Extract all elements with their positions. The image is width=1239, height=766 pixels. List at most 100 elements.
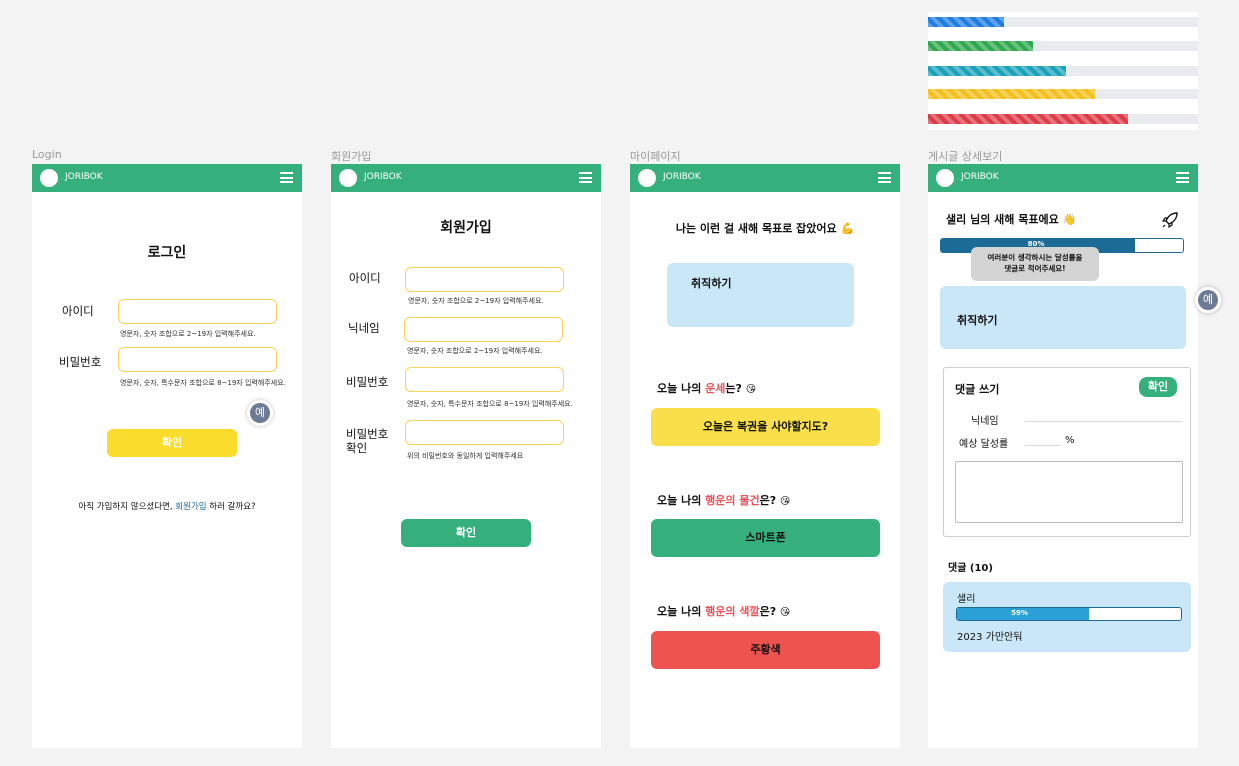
logo-icon[interactable] (638, 169, 656, 187)
lucky-color-q-prefix: 오늘 나의 (657, 605, 706, 618)
logo-icon[interactable] (936, 169, 954, 187)
goal-text: 취직하기 (957, 314, 998, 327)
progress-bar-5 (928, 114, 1198, 124)
progress-bars-panel (928, 12, 1198, 130)
hamburger-menu-icon[interactable] (579, 172, 592, 183)
app-header-login: JORIBOK (32, 164, 302, 192)
fab-label: 예 (250, 403, 270, 423)
comment-rate-label: 59% (1011, 609, 1028, 617)
comment-rate-bar: 59% (956, 607, 1182, 621)
comment-write-title: 댓글 쓰기 (955, 383, 1000, 396)
id-hint: 영문자, 숫자 조합으로 2~19자 입력해주세요. (408, 297, 544, 305)
progress-bar-4 (928, 89, 1198, 99)
app-header-signup: JORIBOK (331, 164, 601, 192)
confirm-button[interactable]: 확인 (401, 519, 531, 547)
password-hint: 영문자, 숫자, 특수문자 조합으로 8~19자 입력해주세요. (407, 400, 573, 408)
goal-text: 취직하기 (691, 277, 732, 290)
password-label: 비밀번호 (59, 355, 102, 369)
tooltip-line-2: 댓글로 적어주세요! (1004, 264, 1066, 273)
lucky-item-q-suffix: 은? (759, 494, 780, 507)
expected-rate-label: 예상 달성률 (959, 439, 1009, 450)
brand-name: JORIBOK (364, 172, 402, 182)
frame-label-post: 게시글 상세보기 (928, 150, 1003, 163)
password-input[interactable] (118, 347, 277, 372)
page-title: 로그인 (147, 245, 187, 261)
fortune-q-suffix: 는? (725, 382, 746, 395)
password-confirm-label-line1: 비밀번호 (346, 427, 389, 441)
comment-item: 샐리 59% 2023 가만안둬 (943, 582, 1191, 652)
hamburger-menu-icon[interactable] (1176, 172, 1189, 183)
logo-icon[interactable] (40, 169, 58, 187)
password-confirm-label-line2: 확인 (346, 441, 368, 455)
progress-bar-2-fill (928, 41, 1034, 51)
frame-label-signup: 회원가입 (331, 150, 372, 163)
lucky-item-q-prefix: 오늘 나의 (657, 494, 706, 507)
expected-rate-input[interactable] (1025, 445, 1061, 446)
comment-write-box: 댓글 쓰기 확인 닉네임 예상 달성률 % (943, 367, 1191, 537)
confirm-button[interactable]: 확인 (107, 429, 237, 457)
nickname-input[interactable] (1025, 421, 1182, 422)
progress-bar-3 (928, 66, 1198, 76)
signup-prompt-text: 아직 가입하지 않으셨다면, (78, 502, 176, 512)
post-detail-frame: 샐리 님의 새해 목표에요 👋 80% 여러분이 생각하시는 달성률을 댓글로 … (928, 192, 1198, 748)
nickname-label: 닉네임 (971, 416, 999, 427)
signup-link[interactable]: 회원가입 (175, 502, 206, 512)
brand-name: JORIBOK (663, 172, 701, 182)
mypage-frame: 나는 이런 걸 새해 목표로 잡았어요 💪 취직하기 오늘 나의 운세는? 😘 … (630, 192, 900, 748)
password-hint: 영문자, 숫자, 특수문자 조합으로 8~19자 입력해주세요. (120, 379, 286, 387)
password-confirm-label: 비밀번호 확인 (346, 427, 388, 455)
progress-bar-1 (928, 17, 1198, 27)
fortune-answer: 오늘은 복권을 사야할지도? (651, 408, 880, 446)
fab-label: 예 (1198, 290, 1218, 310)
login-frame: 로그인 아이디 영문자, 숫자 조합으로 2~19자 입력해주세요. 비밀번호 … (32, 192, 302, 748)
fortune-q-highlight: 운세 (705, 382, 726, 395)
comment-confirm-button[interactable]: 확인 (1139, 377, 1177, 397)
id-hint: 영문자, 숫자 조합으로 2~19자 입력해주세요. (120, 330, 256, 338)
progress-bar-5-fill (928, 114, 1128, 124)
rocket-icon[interactable] (1161, 211, 1179, 229)
goal-card: 취직하기 (940, 286, 1186, 349)
app-header-post: JORIBOK (928, 164, 1198, 192)
brand-name: JORIBOK (961, 172, 999, 182)
password-confirm-input[interactable] (405, 420, 564, 445)
lucky-color-q-suffix: 은? (759, 605, 780, 618)
nickname-input[interactable] (404, 317, 563, 342)
lucky-item-q-highlight: 행운의 물건 (705, 494, 760, 507)
password-input[interactable] (405, 367, 564, 392)
progress-bar-2 (928, 41, 1198, 51)
fortune-question: 오늘 나의 운세는? 😘 (657, 380, 756, 396)
tooltip-line-1: 여러분이 생각하시는 달성률을 (987, 253, 1083, 262)
kiss-emoji-icon: 😘 (745, 384, 757, 395)
signup-frame: 회원가입 아이디 영문자, 숫자 조합으로 2~19자 입력해주세요. 닉네임 … (331, 192, 601, 748)
goal-card: 취직하기 (667, 263, 854, 327)
hamburger-menu-icon[interactable] (878, 172, 891, 183)
id-input[interactable] (405, 267, 564, 292)
fortune-q-prefix: 오늘 나의 (657, 382, 706, 395)
lucky-item-question: 오늘 나의 행운의 물건은? 😘 (657, 492, 790, 508)
tooltip: 여러분이 생각하시는 달성률을 댓글로 적어주세요! (971, 247, 1099, 281)
logo-icon[interactable] (339, 169, 357, 187)
comment-author: 샐리 (957, 594, 976, 605)
brand-name: JORIBOK (65, 172, 103, 182)
post-title: 샐리 님의 새해 목표에요 👋 (946, 213, 1077, 226)
chat-fab-button[interactable]: 예 (1195, 287, 1221, 313)
comments-title: 댓글 (10) (948, 563, 993, 574)
lucky-color-answer: 주황색 (651, 631, 880, 669)
password-confirm-hint: 위의 비밀번호와 동일하게 입력해주세요 (407, 452, 524, 460)
password-label: 비밀번호 (346, 375, 389, 389)
comment-text: 2023 가만안둬 (957, 632, 1023, 643)
chat-fab-button[interactable]: 예 (247, 400, 273, 426)
progress-bar-4-fill (928, 89, 1096, 99)
id-label: 아이디 (62, 304, 94, 318)
signup-prompt-text-end: 하러 갈까요? (206, 502, 256, 512)
id-input[interactable] (118, 299, 277, 324)
nickname-hint: 영문자, 숫자 조합으로 2~19자 입력해주세요. (407, 347, 543, 355)
id-label: 아이디 (349, 271, 381, 285)
frame-label-login: Login (32, 148, 62, 161)
nickname-label: 닉네임 (348, 321, 380, 335)
hamburger-menu-icon[interactable] (280, 172, 293, 183)
goal-heading: 나는 이런 걸 새해 목표로 잡았어요 💪 (675, 222, 855, 235)
frame-label-mypage: 마이페이지 (630, 150, 681, 163)
comment-textarea[interactable] (955, 461, 1183, 523)
app-header-mypage: JORIBOK (630, 164, 900, 192)
